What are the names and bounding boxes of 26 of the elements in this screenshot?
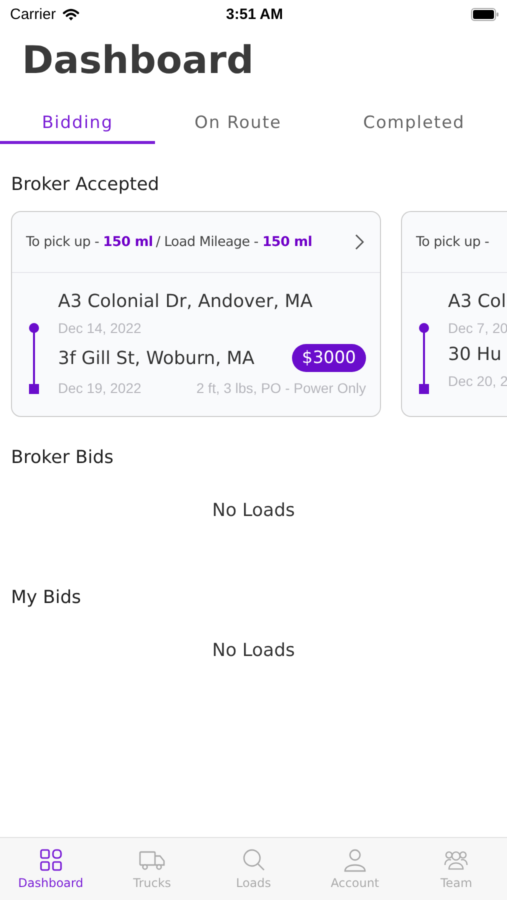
dropoff-address: 30 Hu [448, 344, 502, 365]
tab[interactable]: Bidding [0, 104, 155, 144]
section-title: Broker Accepted [11, 174, 160, 195]
tab[interactable]: Completed [321, 104, 507, 144]
mileage-text: To pick up - [416, 234, 490, 250]
tab[interactable]: On Route [155, 104, 321, 144]
pickup-date: Dec 7, 20 [448, 320, 507, 336]
load-details: 2 ft, 3 lbs, PO - Power Only [196, 380, 366, 396]
empty-message: No Loads [211, 640, 296, 661]
dropoff-date: Dec 20, 2 [448, 373, 507, 389]
section-title: Broker Bids [11, 447, 114, 468]
load-card[interactable]: To pick up - A3 Col Dec 7, 20 30 Hu Dec 20, 2 [401, 211, 507, 417]
mileage-text: To pick up - 150 ml / Load Mileage - 150 ml [26, 234, 312, 250]
load-card[interactable]: To pick up - 150 ml / Load Mileage - 150 ml A3 Colonial Dr, Andover, MA Dec 14, 2022 3f Gill St, Woburn, MA $3000 Dec 19, 2022 2 ft, 3 lbs, PO - Power Only [11, 211, 381, 417]
carrier-label: Carrier [10, 6, 56, 22]
section-title: My Bids [11, 587, 82, 608]
status-time: 3:51 AM [226, 6, 283, 22]
price-badge: $3000 [292, 344, 366, 372]
dropoff-address: 3f Gill St, Woburn, MA [58, 348, 254, 368]
dropoff-date: Dec 19, 2022 [58, 380, 142, 396]
empty-message: No Loads [211, 500, 296, 521]
nav-item[interactable]: Dashboard [0, 838, 102, 900]
page-title: Dashboard [22, 37, 255, 84]
pickup-date: Dec 14, 2022 [58, 320, 142, 336]
pickup-address: A3 Col [448, 291, 507, 312]
pickup-address: A3 Colonial Dr, Andover, MA [58, 291, 314, 312]
